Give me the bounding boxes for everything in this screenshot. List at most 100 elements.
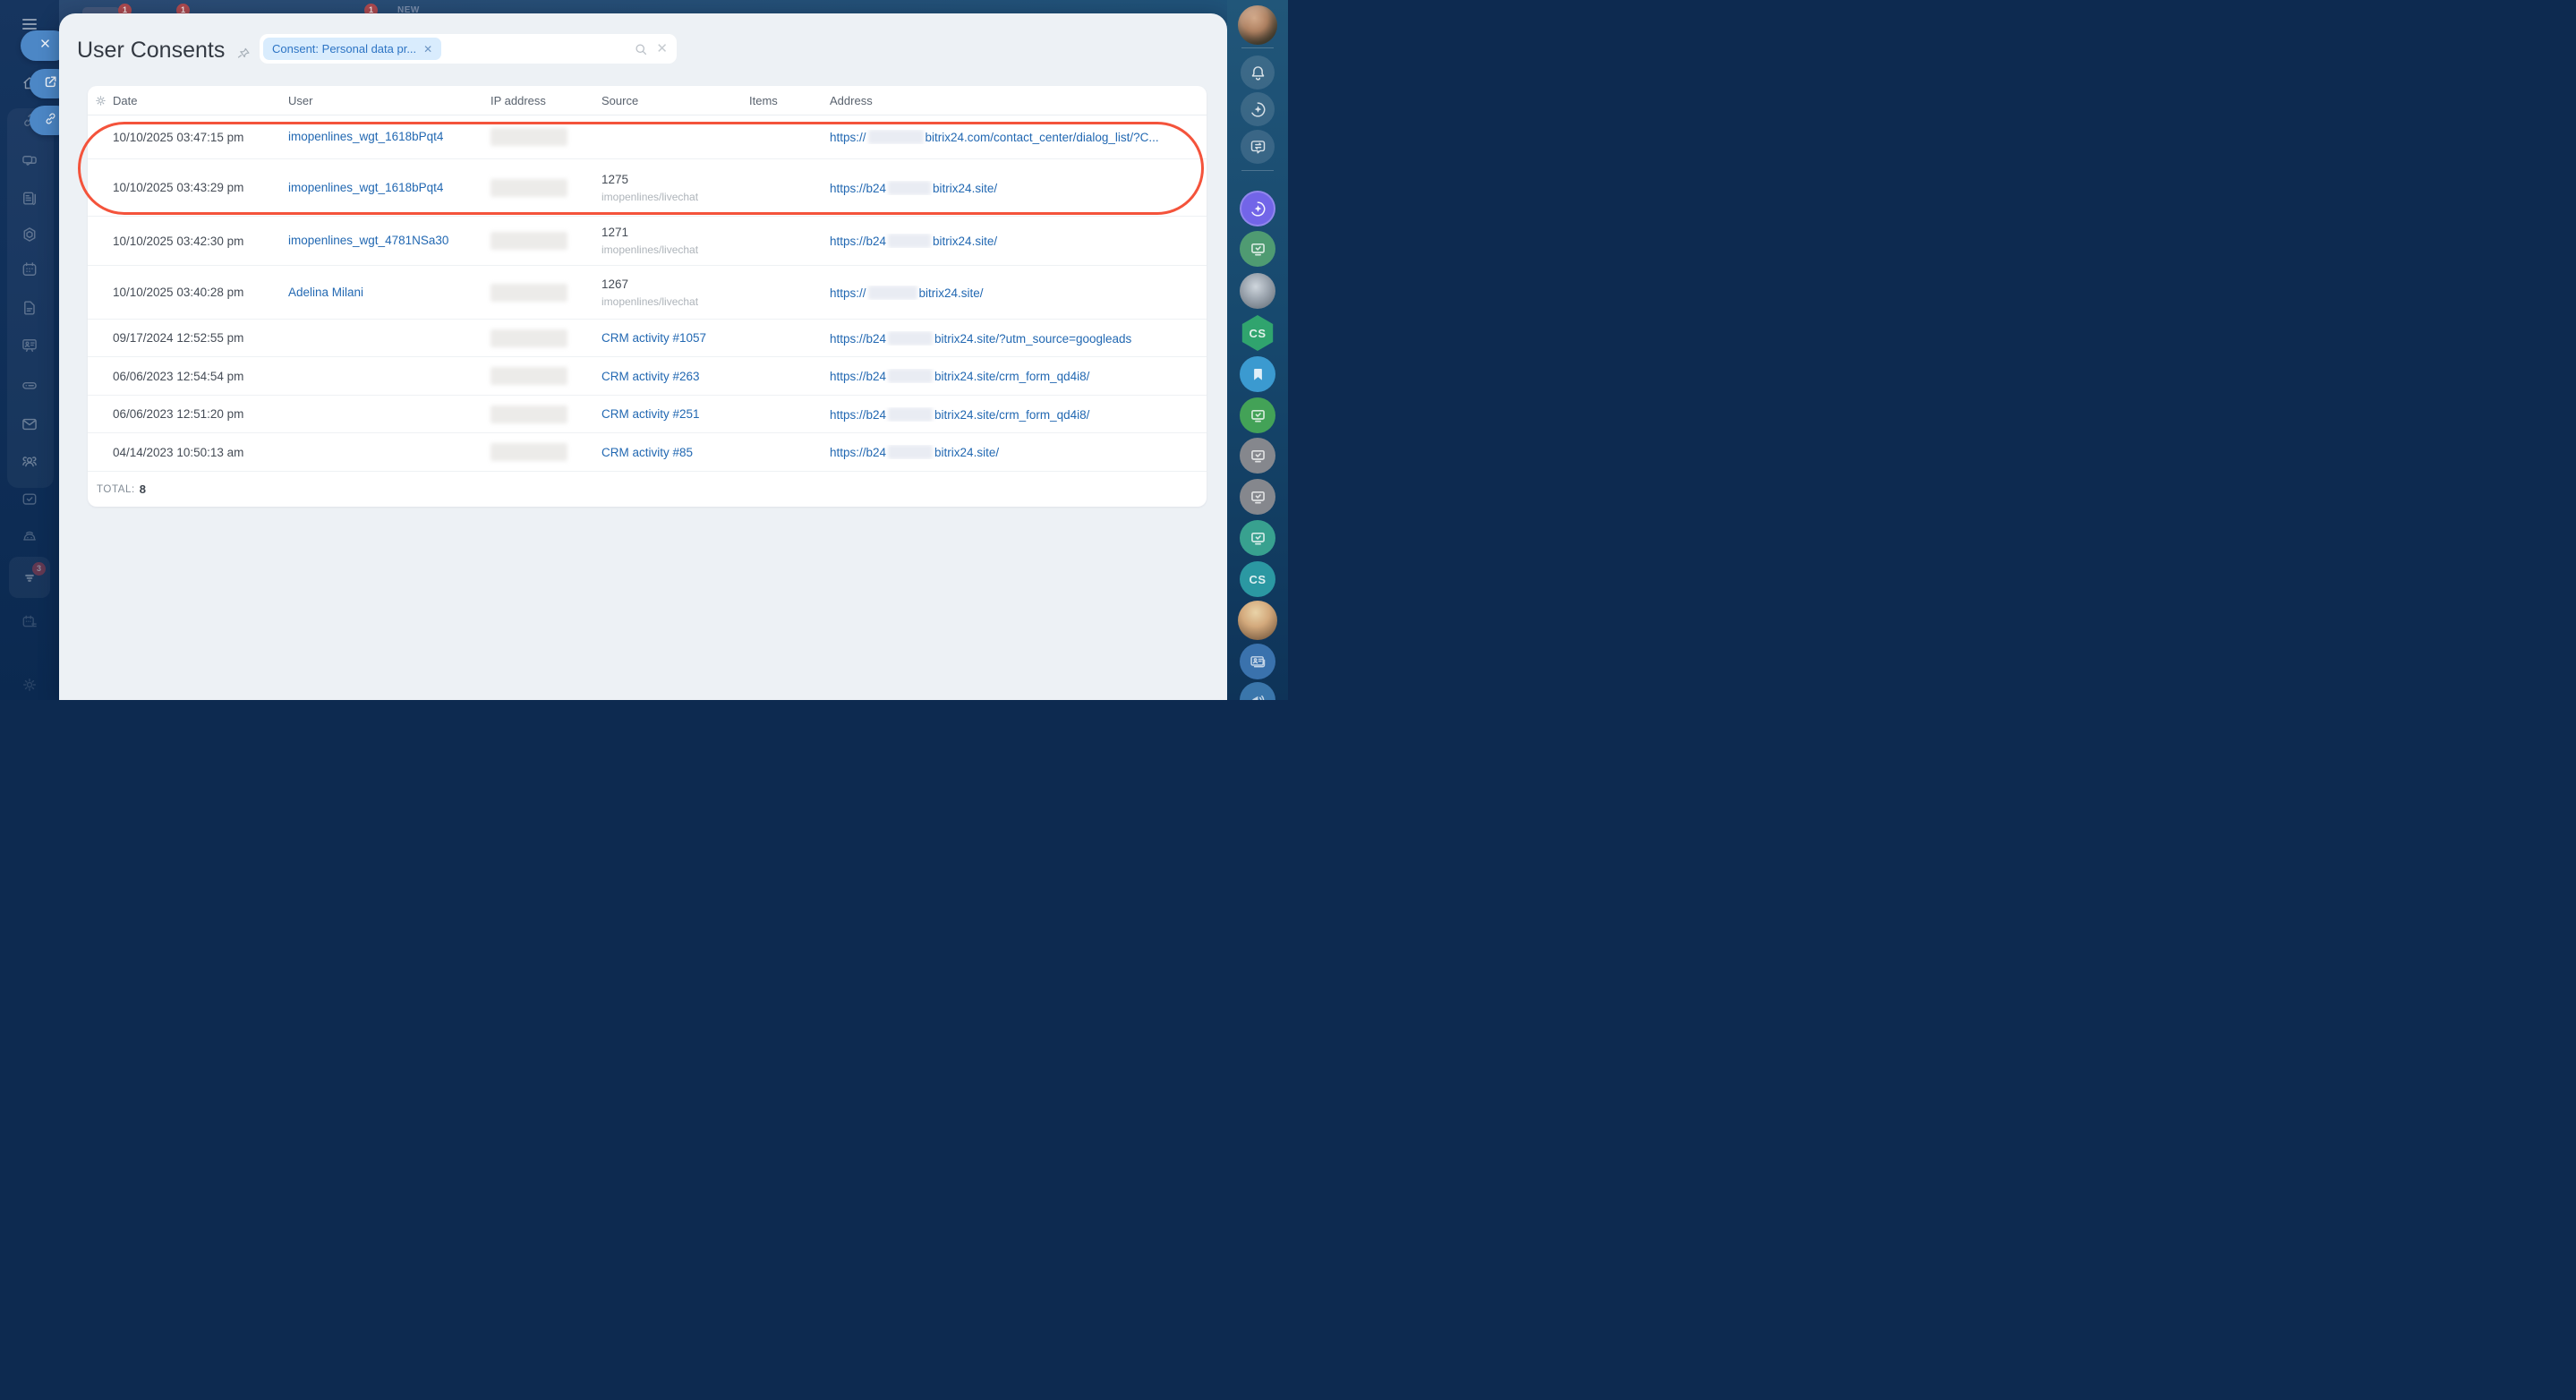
- cell-date: 06/06/2023 12:51:20 pm: [113, 407, 288, 421]
- pin-icon[interactable]: [235, 45, 252, 62]
- messenger-button[interactable]: [1241, 130, 1275, 164]
- mail-icon[interactable]: [21, 415, 38, 433]
- source-id: 1267: [601, 277, 749, 291]
- address-link[interactable]: https://bitrix24.site/: [830, 286, 1207, 300]
- chat-avatar-cat[interactable]: [1240, 273, 1275, 309]
- cell-user: imopenlines_wgt_4781NSa30: [288, 233, 490, 249]
- total-label: TOTAL:: [97, 484, 135, 495]
- chat-channel-5[interactable]: [1240, 520, 1275, 556]
- chat-icon[interactable]: [21, 153, 38, 171]
- chat-channel-4[interactable]: [1240, 479, 1275, 515]
- copilot-button[interactable]: [1241, 92, 1275, 126]
- cell-source: CRM activity #251: [601, 407, 749, 421]
- copilot-icon: [1249, 100, 1267, 119]
- address-link[interactable]: https://b24bitrix24.site/?utm_source=goo…: [830, 331, 1207, 346]
- cell-date: 06/06/2023 12:54:54 pm: [113, 370, 288, 383]
- chat-announcement[interactable]: [1240, 682, 1275, 700]
- user-link[interactable]: Adelina Milani: [288, 286, 363, 299]
- search-filter-bar[interactable]: Consent: Personal data pr... ✕ ✕: [260, 34, 677, 64]
- address-link[interactable]: https://b24bitrix24.site/: [830, 234, 1207, 248]
- ip-redacted: [490, 179, 567, 197]
- cell-date: 10/10/2025 03:43:29 pm: [113, 181, 288, 194]
- table-settings-gear-icon[interactable]: [88, 94, 113, 107]
- search-clear-icon[interactable]: ✕: [656, 42, 668, 55]
- address-link[interactable]: https://b24bitrix24.site/: [830, 181, 1207, 195]
- monitor-check-icon: [1249, 406, 1267, 425]
- hamburger-menu-icon[interactable]: [22, 19, 37, 30]
- url-redacted: [888, 369, 933, 383]
- ip-redacted: [490, 128, 567, 146]
- user-consents-modal: User Consents Consent: Personal data pr.…: [59, 13, 1227, 700]
- cell-user: imopenlines_wgt_1618bPqt4: [288, 180, 490, 196]
- source-link[interactable]: CRM activity #85: [601, 446, 749, 459]
- board-icon[interactable]: [21, 337, 38, 354]
- external-link-icon: [43, 74, 58, 94]
- chat-contacts[interactable]: [1240, 644, 1275, 679]
- address-link[interactable]: https://b24bitrix24.site/crm_form_qd4i8/: [830, 407, 1207, 422]
- chat-cs-hexagon[interactable]: CS: [1240, 315, 1275, 351]
- col-header-items: Items: [749, 94, 830, 107]
- cell-date: 04/14/2023 10:50:13 am: [113, 446, 288, 459]
- source-link[interactable]: CRM activity #263: [601, 370, 749, 383]
- calendar-icon[interactable]: [21, 260, 38, 278]
- address-link[interactable]: https://b24bitrix24.site/crm_form_qd4i8/: [830, 369, 1207, 383]
- cell-source: 1275imopenlines/livechat: [601, 173, 749, 203]
- user-link[interactable]: imopenlines_wgt_4781NSa30: [288, 234, 448, 247]
- table-row: 10/10/2025 03:43:29 pmimopenlines_wgt_16…: [88, 158, 1207, 216]
- ip-redacted: [490, 232, 567, 250]
- people-icon[interactable]: [21, 453, 38, 471]
- robot-icon[interactable]: [21, 528, 38, 546]
- feed-icon[interactable]: [21, 190, 38, 208]
- cell-date: 09/17/2024 12:52:55 pm: [113, 331, 288, 345]
- chat-avatar-man[interactable]: [1238, 601, 1277, 640]
- ip-redacted: [490, 405, 567, 423]
- source-link[interactable]: CRM activity #251: [601, 407, 749, 421]
- table-row: 06/06/2023 12:51:20 pm CRM activity #251 h…: [88, 395, 1207, 432]
- monitor-check-icon: [1249, 240, 1267, 259]
- cell-ip: [490, 179, 601, 197]
- cell-source: 1267imopenlines/livechat: [601, 277, 749, 308]
- source-sublabel: imopenlines/livechat: [601, 243, 749, 256]
- calendar-lines-icon[interactable]: [21, 613, 38, 631]
- address-link[interactable]: https://bitrix24.com/contact_center/dial…: [830, 130, 1207, 144]
- cell-date: 10/10/2025 03:40:28 pm: [113, 286, 288, 299]
- chat-bookmark[interactable]: [1240, 356, 1275, 392]
- source-link[interactable]: CRM activity #1057: [601, 331, 749, 345]
- user-link[interactable]: imopenlines_wgt_1618bPqt4: [288, 130, 443, 143]
- chat-channel-green[interactable]: [1240, 231, 1275, 267]
- chat-channel-2[interactable]: [1240, 397, 1275, 433]
- task-icon[interactable]: [21, 491, 38, 508]
- profile-avatar[interactable]: [1238, 5, 1277, 45]
- document-icon[interactable]: [21, 299, 38, 317]
- cell-source: CRM activity #263: [601, 370, 749, 383]
- cell-source: CRM activity #1057: [601, 331, 749, 345]
- total-value: 8: [140, 482, 146, 496]
- url-redacted: [888, 331, 933, 346]
- cell-source: CRM activity #85: [601, 446, 749, 459]
- notifications-button[interactable]: [1241, 55, 1275, 90]
- user-link[interactable]: imopenlines_wgt_1618bPqt4: [288, 181, 443, 194]
- cell-date: 10/10/2025 03:42:30 pm: [113, 235, 288, 248]
- chat-cs-circle[interactable]: CS: [1240, 561, 1275, 597]
- bookmark-icon: [1249, 365, 1267, 384]
- screen: 111 NEW 3 User Consents Consent: Persona…: [0, 0, 1288, 700]
- hexagon-icon[interactable]: [21, 226, 38, 243]
- filter-chip[interactable]: Consent: Personal data pr... ✕: [263, 38, 441, 60]
- search-icon[interactable]: [633, 41, 649, 57]
- address-link[interactable]: https://b24bitrix24.site/: [830, 445, 1207, 459]
- filter-chip-label: Consent: Personal data pr...: [272, 42, 416, 55]
- cell-source: 1271imopenlines/livechat: [601, 226, 749, 256]
- close-icon: [38, 36, 53, 55]
- cell-ip: [490, 405, 601, 423]
- drive-icon[interactable]: [21, 377, 38, 395]
- circle-initials: CS: [1249, 573, 1266, 586]
- chip-remove-icon[interactable]: ✕: [423, 43, 432, 55]
- cell-user: Adelina Milani: [288, 285, 490, 301]
- gear-icon[interactable]: [21, 676, 38, 694]
- url-redacted: [868, 130, 924, 144]
- ip-redacted: [490, 367, 567, 385]
- chat-channel-3[interactable]: [1240, 438, 1275, 474]
- ip-redacted: [490, 329, 567, 347]
- table-header-row: Date User IP address Source Items Addres…: [88, 86, 1207, 115]
- chat-copilot[interactable]: [1240, 191, 1275, 226]
